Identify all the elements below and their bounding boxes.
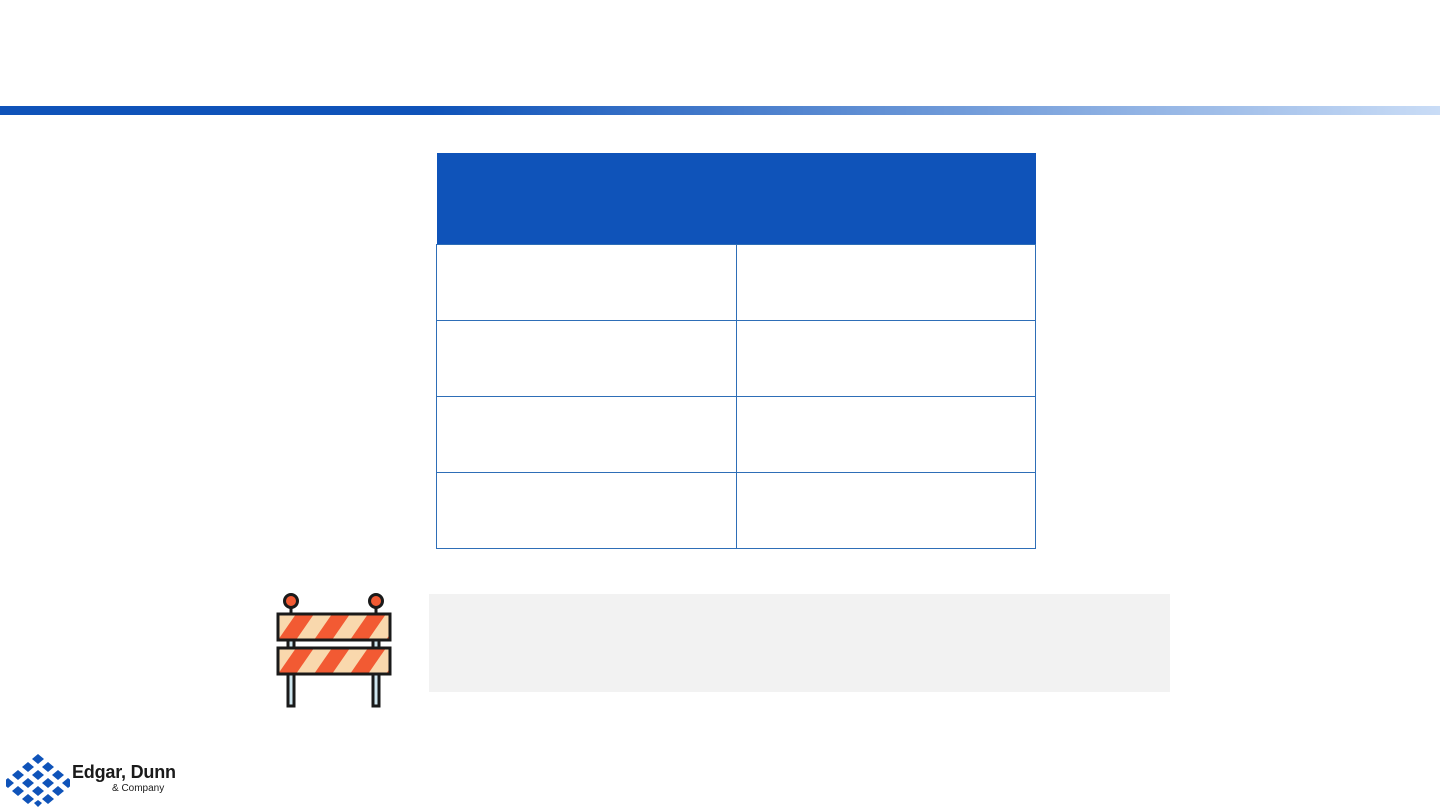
table-row xyxy=(436,396,1036,473)
table-row xyxy=(436,244,1036,321)
content-table xyxy=(436,153,1036,549)
table-cell xyxy=(436,472,737,549)
table-cell xyxy=(735,396,1036,473)
table-header-cell xyxy=(736,153,1036,245)
table-cell xyxy=(735,320,1036,397)
road-barricade-icon xyxy=(276,593,392,708)
slide: Edgar, Dunn & Company xyxy=(0,0,1440,810)
diamond-grid-logo-icon xyxy=(6,754,70,807)
table-row xyxy=(436,320,1036,397)
note-box xyxy=(429,594,1170,692)
table-cell xyxy=(735,244,1036,321)
table-cell xyxy=(436,244,737,321)
table-header-cell xyxy=(436,153,736,245)
table-row xyxy=(436,472,1036,549)
table-cell xyxy=(436,320,737,397)
logo-company-subtitle: & Company xyxy=(112,783,165,794)
table-cell xyxy=(735,472,1036,549)
table-header-row xyxy=(436,153,1036,245)
logo-company-name: Edgar, Dunn xyxy=(72,762,176,782)
title-gradient-bar xyxy=(0,106,1440,115)
company-logo: Edgar, Dunn & Company xyxy=(6,752,186,808)
table-cell xyxy=(436,396,737,473)
